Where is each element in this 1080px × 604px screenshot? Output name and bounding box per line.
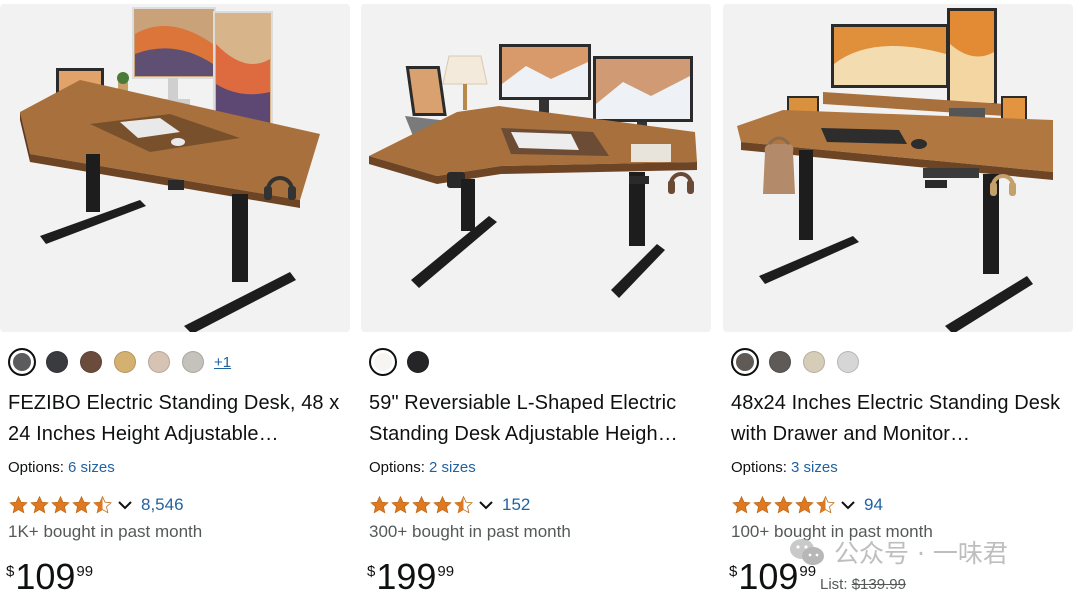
color-swatch[interactable] xyxy=(803,351,825,373)
color-swatches: +1 xyxy=(8,348,231,376)
color-swatch[interactable] xyxy=(80,351,102,373)
product-image[interactable] xyxy=(361,4,711,332)
color-swatch[interactable] xyxy=(182,351,204,373)
star-rating[interactable] xyxy=(369,495,474,515)
chevron-down-icon[interactable] xyxy=(117,498,133,512)
color-swatch[interactable] xyxy=(369,348,397,376)
star-rating[interactable] xyxy=(731,495,836,515)
color-swatch[interactable] xyxy=(114,351,136,373)
star-full-icon xyxy=(795,495,814,514)
rating-row: 152 xyxy=(369,493,530,517)
star-half-icon xyxy=(454,495,473,514)
star-half-icon xyxy=(93,495,112,514)
color-swatches xyxy=(731,348,871,376)
product-card[interactable]: +1 FEZIBO Electric Standing Desk, 48 x 2… xyxy=(0,4,350,604)
product-title[interactable]: 59" Reversiable L-Shaped Electric Standi… xyxy=(369,388,704,450)
color-swatch[interactable] xyxy=(731,348,759,376)
price-symbol: $ xyxy=(367,563,376,580)
star-full-icon xyxy=(753,495,772,514)
price-symbol: $ xyxy=(6,563,15,580)
star-half-icon xyxy=(816,495,835,514)
color-swatch[interactable] xyxy=(46,351,68,373)
options-label: Options: xyxy=(731,459,787,476)
color-swatch[interactable] xyxy=(837,351,859,373)
standing-desk-image xyxy=(0,4,350,332)
options-label: Options: xyxy=(8,459,64,476)
list-price: List: $139.99 xyxy=(820,576,906,593)
color-swatch[interactable] xyxy=(148,351,170,373)
rating-count-link[interactable]: 152 xyxy=(502,495,530,515)
price[interactable]: $ 109 99 xyxy=(6,557,93,597)
color-swatch[interactable] xyxy=(407,351,429,373)
price-symbol: $ xyxy=(729,563,738,580)
wechat-icon xyxy=(790,539,824,565)
price-fraction: 99 xyxy=(76,563,94,580)
star-full-icon xyxy=(774,495,793,514)
standing-desk-with-drawer-image xyxy=(723,4,1073,332)
options-link[interactable]: 6 sizes xyxy=(68,459,115,476)
star-full-icon xyxy=(72,495,91,514)
more-colors-link[interactable]: +1 xyxy=(214,354,231,371)
chevron-down-icon[interactable] xyxy=(840,498,856,512)
star-full-icon xyxy=(51,495,70,514)
rating-count-link[interactable]: 8,546 xyxy=(141,495,184,515)
star-full-icon xyxy=(370,495,389,514)
rating-row: 94 xyxy=(731,493,883,517)
watermark-text: 公众号 · 一味君 xyxy=(834,539,1008,568)
star-rating[interactable] xyxy=(8,495,113,515)
watermark: 公众号 · 一味君 xyxy=(788,534,1008,570)
product-title[interactable]: FEZIBO Electric Standing Desk, 48 x 24 I… xyxy=(8,388,343,450)
star-full-icon xyxy=(391,495,410,514)
options-link[interactable]: 3 sizes xyxy=(791,459,838,476)
product-card[interactable]: 48x24 Inches Electric Standing Desk with… xyxy=(723,4,1073,604)
color-swatch[interactable] xyxy=(8,348,36,376)
color-swatch[interactable] xyxy=(769,351,791,373)
options-label: Options: xyxy=(369,459,425,476)
rating-count-link[interactable]: 94 xyxy=(864,495,883,515)
product-image[interactable] xyxy=(0,4,350,332)
star-full-icon xyxy=(412,495,431,514)
price-fraction: 99 xyxy=(437,563,455,580)
product-card[interactable]: 59" Reversiable L-Shaped Electric Standi… xyxy=(361,4,711,604)
star-full-icon xyxy=(433,495,452,514)
product-title[interactable]: 48x24 Inches Electric Standing Desk with… xyxy=(731,388,1066,450)
price[interactable]: $ 199 99 xyxy=(367,557,454,597)
star-full-icon xyxy=(732,495,751,514)
options-row: Options: 3 sizes xyxy=(731,459,838,476)
star-full-icon xyxy=(30,495,49,514)
chevron-down-icon[interactable] xyxy=(478,498,494,512)
price-whole: 109 xyxy=(15,556,76,597)
list-price-value: $139.99 xyxy=(851,576,906,593)
price-whole: 199 xyxy=(376,556,437,597)
rating-row: 8,546 xyxy=(8,493,184,517)
star-full-icon xyxy=(9,495,28,514)
l-shaped-desk-image xyxy=(361,4,711,332)
bought-count: 300+ bought in past month xyxy=(369,522,571,541)
product-image[interactable] xyxy=(723,4,1073,332)
list-price-label: List: xyxy=(820,576,848,593)
options-link[interactable]: 2 sizes xyxy=(429,459,476,476)
options-row: Options: 2 sizes xyxy=(369,459,476,476)
color-swatches xyxy=(369,348,441,376)
bought-count: 1K+ bought in past month xyxy=(8,522,203,541)
options-row: Options: 6 sizes xyxy=(8,459,115,476)
